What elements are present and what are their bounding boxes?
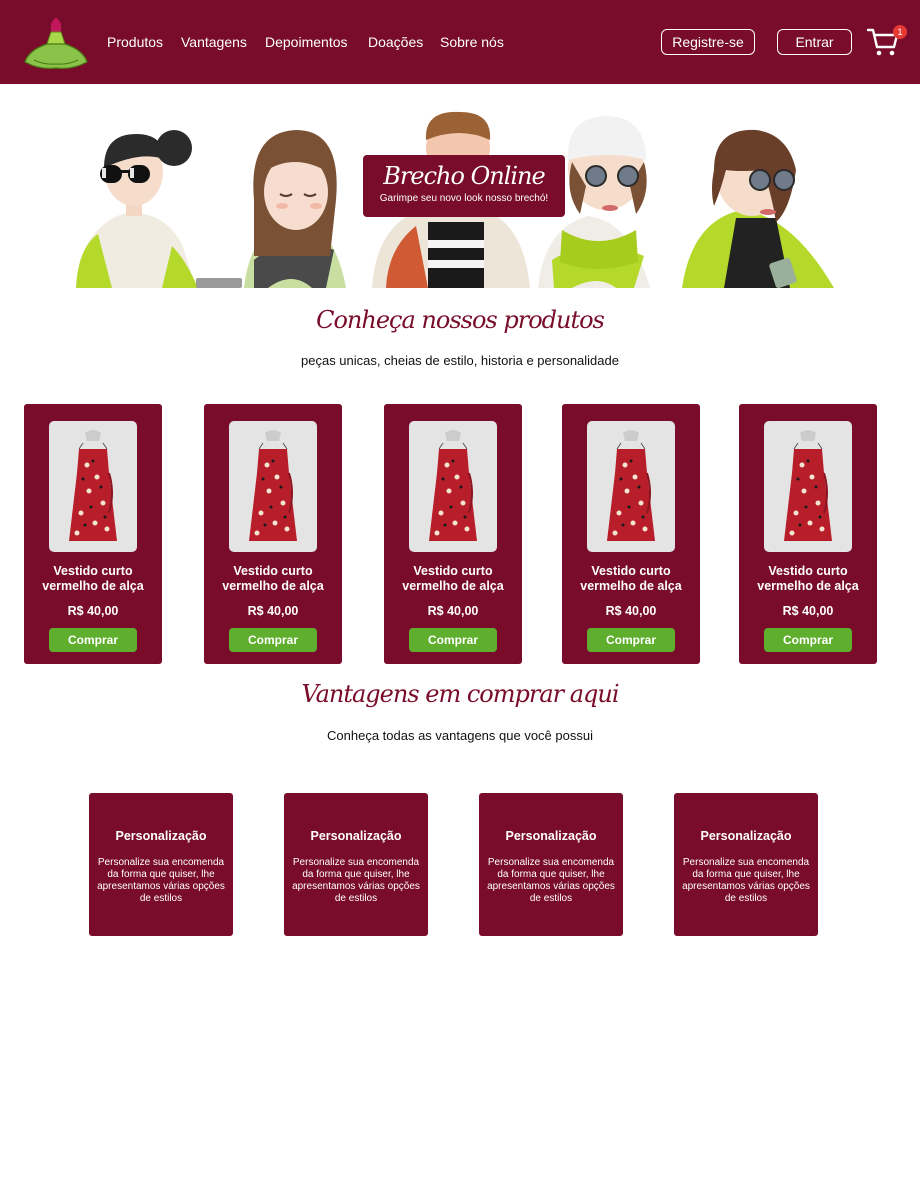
product-price: R$ 40,00 [782, 604, 834, 618]
login-button[interactable]: Entrar [777, 29, 852, 55]
buy-button[interactable]: Comprar [49, 628, 137, 652]
nav-sobre-nos[interactable]: Sobre nós [440, 34, 504, 50]
advantage-title: Personalização [115, 829, 207, 843]
product-price: R$ 40,00 [67, 604, 119, 618]
dress-image [607, 430, 655, 541]
advantage-text: Personalize sua encomenda da forma que q… [682, 857, 810, 904]
site-header: Produtos Vantagens Depoimentos Doações S… [0, 0, 920, 84]
advantage-text: Personalize sua encomenda da forma que q… [97, 857, 225, 904]
buy-button[interactable]: Comprar [587, 628, 675, 652]
product-image[interactable] [229, 421, 317, 552]
nav-doacoes[interactable]: Doações [368, 34, 423, 50]
nav-produtos[interactable]: Produtos [107, 34, 163, 50]
product-name: Vestido curto vermelho de alça [580, 564, 682, 593]
nav-vantagens[interactable]: Vantagens [181, 34, 247, 50]
products-section-title: Conheça nossos produtos [316, 306, 605, 334]
dress-image [249, 430, 297, 541]
buy-button[interactable]: Comprar [229, 628, 317, 652]
product-name: Vestido curto vermelho de alça [222, 564, 324, 593]
buy-button[interactable]: Comprar [409, 628, 497, 652]
advantage-title: Personalização [700, 829, 792, 843]
hero-subtitle: Garimpe seu novo look nosso brechó! [379, 193, 549, 204]
product-price: R$ 40,00 [427, 604, 479, 618]
hero-banner: Brecho Online Garimpe seu novo look noss… [363, 155, 565, 217]
nav-depoimentos[interactable]: Depoimentos [265, 34, 348, 50]
dress-image [69, 430, 117, 541]
product-name: Vestido curto vermelho de alça [757, 564, 859, 593]
product-card: Vestido curto vermelho de alça R$ 40,00 … [204, 404, 342, 664]
product-name: Vestido curto vermelho de alça [42, 564, 144, 593]
product-card: Vestido curto vermelho de alça R$ 40,00 … [384, 404, 522, 664]
product-image[interactable] [587, 421, 675, 552]
product-price: R$ 40,00 [605, 604, 657, 618]
buy-button[interactable]: Comprar [764, 628, 852, 652]
advantage-card: Personalização Personalize sua encomenda… [479, 793, 623, 936]
product-image[interactable] [409, 421, 497, 552]
advantages-section-title: Vantagens em comprar aqui [301, 680, 619, 708]
cart-count-badge: 1 [893, 25, 907, 39]
hero-character-5 [682, 129, 834, 288]
advantage-card: Personalização Personalize sua encomenda… [284, 793, 428, 936]
advantage-text: Personalize sua encomenda da forma que q… [487, 857, 615, 904]
advantages-section-subtitle: Conheça todas as vantagens que você poss… [327, 728, 593, 743]
product-card: Vestido curto vermelho de alça R$ 40,00 … [739, 404, 877, 664]
dress-image [784, 430, 832, 541]
dress-logo-icon[interactable] [22, 14, 90, 72]
hero-character-1 [76, 130, 242, 288]
products-section-subtitle: peças unicas, cheias de estilo, historia… [301, 353, 619, 368]
advantage-text: Personalize sua encomenda da forma que q… [292, 857, 420, 904]
advantage-title: Personalização [310, 829, 402, 843]
product-image[interactable] [49, 421, 137, 552]
product-card: Vestido curto vermelho de alça R$ 40,00 … [24, 404, 162, 664]
product-image[interactable] [764, 421, 852, 552]
hero-character-2 [244, 130, 346, 288]
hero-title: Brecho Online [383, 162, 545, 190]
dress-image [429, 430, 477, 541]
product-name: Vestido curto vermelho de alça [402, 564, 504, 593]
register-button[interactable]: Registre-se [661, 29, 755, 55]
advantage-card: Personalização Personalize sua encomenda… [674, 793, 818, 936]
advantage-card: Personalização Personalize sua encomenda… [89, 793, 233, 936]
advantage-title: Personalização [505, 829, 597, 843]
product-price: R$ 40,00 [247, 604, 299, 618]
product-card: Vestido curto vermelho de alça R$ 40,00 … [562, 404, 700, 664]
